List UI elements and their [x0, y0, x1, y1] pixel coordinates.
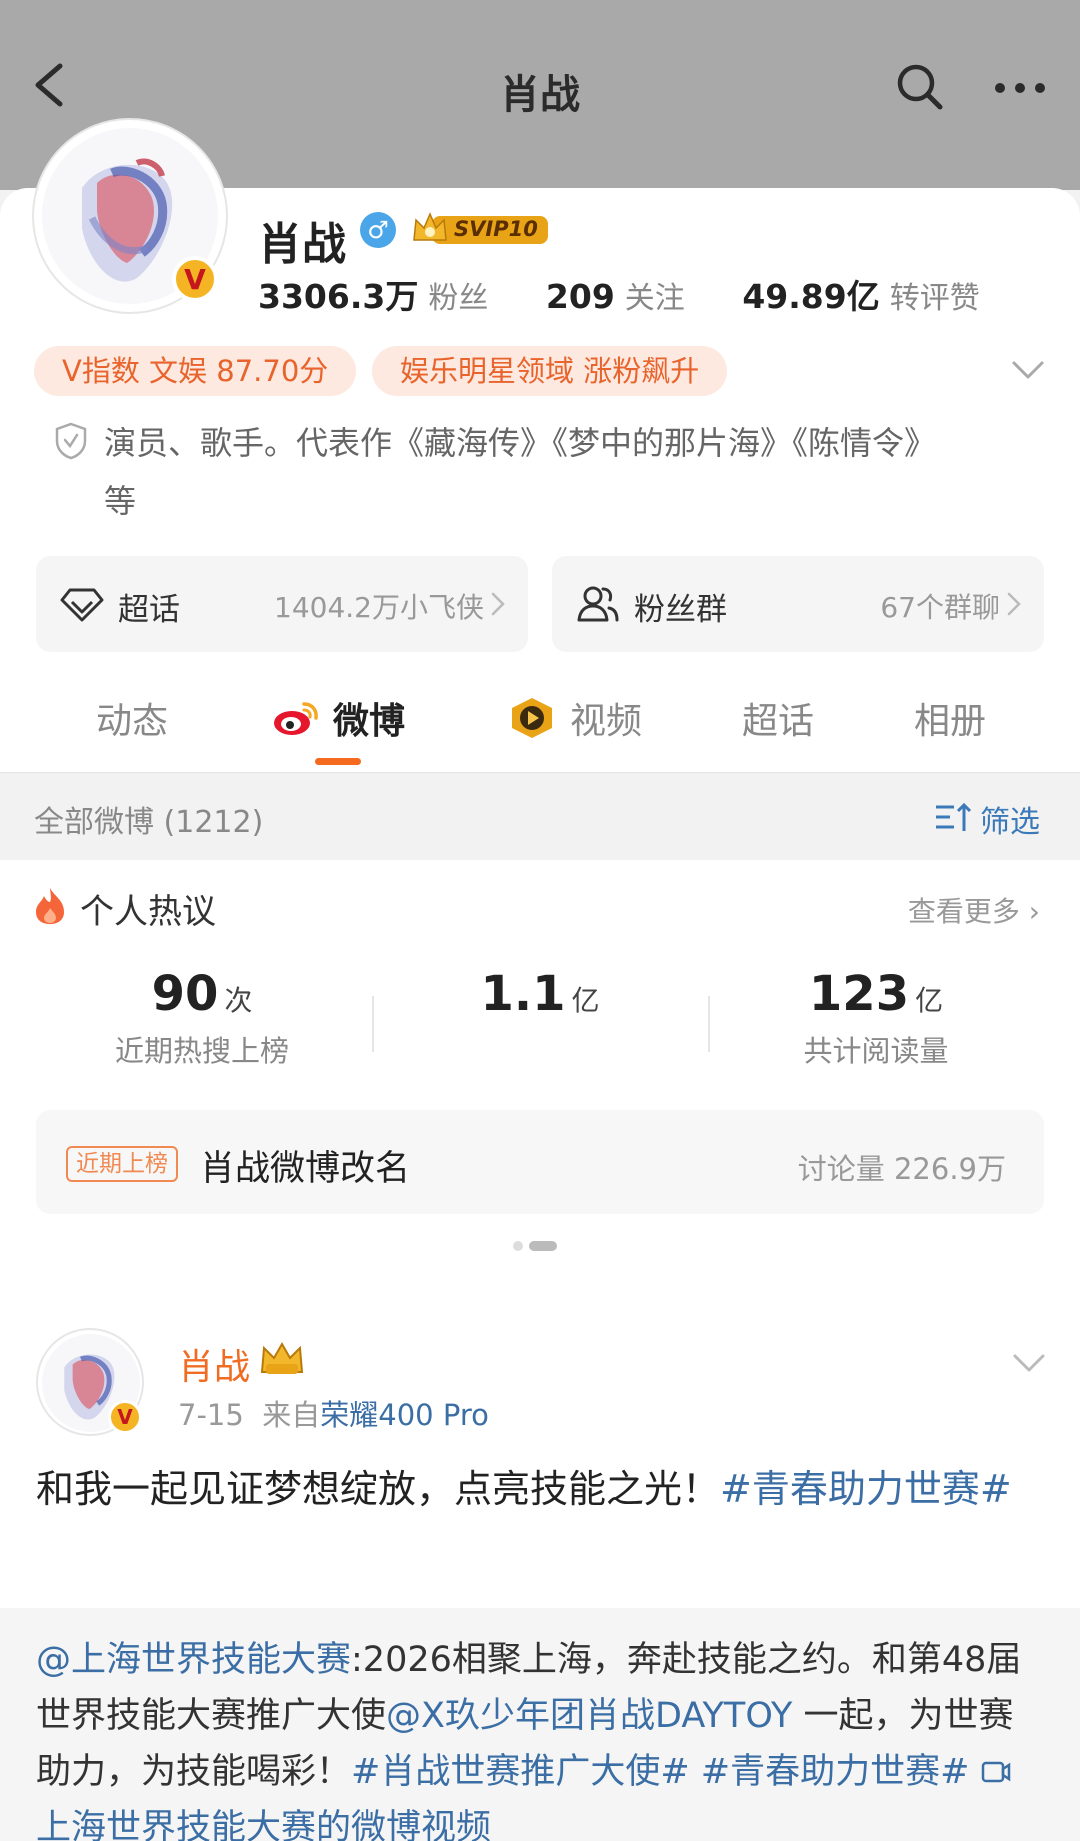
metric-read-count: 123 亿 共计阅读量 — [803, 966, 949, 1068]
video-icon — [981, 1747, 1011, 1783]
carousel-dots — [513, 1236, 563, 1255]
hot-discussion-section: 个人热议 查看更多 › 90 次 近期热搜上榜 1.1 亿 123 亿 共计阅读量 近… — [0, 860, 1080, 1264]
stat-interactions[interactable]: 49.89亿 转评赞 — [742, 277, 979, 316]
search-icon[interactable] — [895, 62, 945, 112]
avatar[interactable]: V — [32, 118, 228, 314]
profile-tabs: 动态 微博 视频 超话 相册 — [0, 672, 1080, 772]
shield-check-icon — [54, 422, 88, 460]
discussion-count: 讨论量 226.9万 — [797, 1152, 1006, 1186]
recent-trending-tag: 近期上榜 — [66, 1146, 178, 1182]
filter-button[interactable]: 筛选 — [980, 797, 1040, 841]
active-tab-indicator — [315, 758, 361, 765]
profile-name: 肖战 — [258, 219, 346, 270]
weibo-post: V 肖战 7-15 来自荣耀400 Pro 和我一起见证梦想绽放，点亮技能之光！… — [0, 1290, 1080, 1841]
svip-label: SVIP10 — [454, 217, 538, 241]
diamond-icon — [60, 582, 104, 626]
divider — [372, 996, 374, 1052]
see-more-link[interactable]: 查看更多 › — [908, 890, 1040, 930]
chevron-down-icon[interactable] — [1010, 358, 1046, 382]
post-text: 和我一起见证梦想绽放，点亮技能之光！#青春助力世赛# — [36, 1467, 1012, 1511]
chevron-right-icon — [1006, 590, 1022, 618]
verified-badge-icon: V — [108, 1400, 142, 1434]
metric-middle: 1.1 亿 — [480, 966, 600, 1022]
v-index-pill[interactable]: V指数 文娱 87.70分 — [34, 346, 357, 396]
weibo-logo-icon — [272, 698, 320, 738]
repost-text: @上海世界技能大赛:2026相聚上海，奔赴技能之约。和第48届世界技能大赛推广大… — [36, 1632, 1046, 1841]
super-topic-box[interactable]: 超话 1404.2万小飞侠 — [36, 556, 528, 652]
post-meta: 7-15 来自荣耀400 Pro — [178, 1398, 489, 1432]
post-author-name[interactable]: 肖战 — [178, 1338, 250, 1390]
stat-followers[interactable]: 3306.3万 粉丝 — [258, 277, 488, 316]
domain-pill[interactable]: 娱乐明星领域 涨粉飙升 — [372, 346, 728, 396]
hashtag-link[interactable]: #肖战世赛推广大使# — [351, 1752, 690, 1792]
tab-video[interactable]: 视频 — [570, 692, 642, 744]
mention-link[interactable]: @X玖少年团肖战DAYTOY — [386, 1696, 792, 1736]
hashtag-link[interactable]: #青春助力世赛# — [720, 1467, 1012, 1511]
post-device[interactable]: 荣耀400 Pro — [320, 1398, 489, 1432]
filter-icon[interactable] — [934, 801, 972, 833]
crown-badge-icon — [258, 1340, 306, 1378]
metric-hot-search: 90 次 近期热搜上榜 — [114, 966, 289, 1068]
profile-bio: 演员、歌手。代表作《藏海传》《梦中的那片海》《陈情令》 等 — [104, 424, 937, 520]
filter-bar: 全部微博 (1212) 筛选 — [0, 772, 1080, 860]
tab-feed[interactable]: 动态 — [96, 692, 168, 744]
all-weibo-count[interactable]: 全部微博 (1212) — [34, 797, 263, 841]
tab-album[interactable]: 相册 — [914, 692, 986, 744]
repost-block[interactable]: @上海世界技能大赛:2026相聚上海，奔赴技能之约。和第48届世界技能大赛推广大… — [0, 1608, 1080, 1841]
recent-trending-item[interactable]: 近期上榜 肖战微博改名 讨论量 226.9万 — [36, 1110, 1044, 1214]
male-gender-icon: ♂ — [360, 212, 396, 248]
tab-super-topic[interactable]: 超话 — [742, 692, 814, 744]
hot-discussion-title: 个人热议 — [80, 892, 216, 932]
chevron-right-icon — [490, 590, 506, 618]
video-badge-icon — [508, 696, 556, 740]
more-options-icon[interactable] — [990, 68, 1050, 108]
fire-icon — [34, 886, 66, 926]
hashtag-link[interactable]: #青春助力世赛# — [690, 1752, 970, 1792]
verified-badge-icon: V — [172, 256, 218, 302]
profile-stats: 3306.3万 粉丝 209 关注 49.89亿 转评赞 — [258, 270, 980, 318]
divider — [708, 996, 710, 1052]
mention-link[interactable]: @上海世界技能大赛 — [36, 1640, 351, 1680]
post-menu-chevron-icon[interactable] — [1012, 1352, 1046, 1374]
super-topic-value: 1404.2万小飞侠 — [274, 591, 484, 624]
svip-badge[interactable]: SVIP10 — [410, 210, 550, 248]
fan-group-box[interactable]: 粉丝群 67个群聊 — [552, 556, 1044, 652]
fan-group-label: 粉丝群 — [634, 592, 727, 628]
trending-topic-text: 肖战微博改名 — [200, 1149, 411, 1189]
post-avatar[interactable]: V — [36, 1328, 144, 1436]
super-topic-label: 超话 — [118, 592, 180, 628]
tab-weibo[interactable]: 微博 — [333, 692, 405, 744]
group-users-icon — [576, 582, 620, 626]
stat-following[interactable]: 209 关注 — [546, 277, 685, 316]
fan-group-value: 67个群聊 — [880, 591, 1000, 624]
